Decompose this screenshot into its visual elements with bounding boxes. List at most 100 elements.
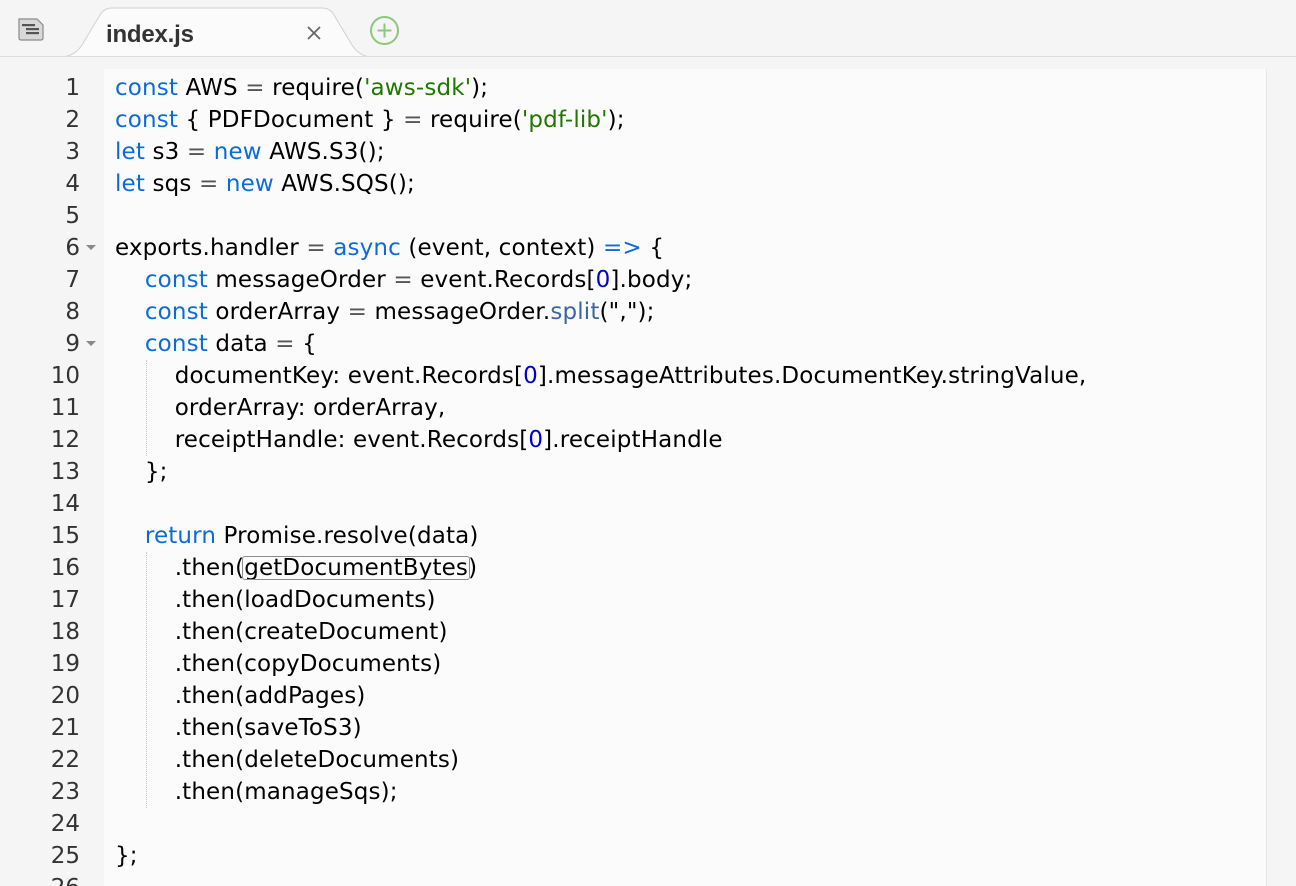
code-text[interactable]: .then(manageSqs); xyxy=(115,776,398,808)
code-line: 2 const { PDFDocument } = require('pdf-li… xyxy=(0,104,1296,136)
code-token: let xyxy=(115,139,146,165)
line-number: 24 xyxy=(50,811,80,837)
code-token: 0 xyxy=(595,267,611,293)
code-token: 'pdf-lib' xyxy=(521,107,608,133)
line-number: 26 xyxy=(0,872,80,886)
code-token: = xyxy=(275,331,295,357)
code-token: { PDFDocument } xyxy=(178,107,404,133)
code-text[interactable]: }; xyxy=(115,840,138,872)
code-token: ].body; xyxy=(610,267,693,293)
code-token: ].receiptHandle xyxy=(543,427,723,453)
code-token: sqs xyxy=(145,171,199,197)
line-number: 19 xyxy=(50,651,80,677)
code-token: = xyxy=(393,267,413,293)
fold-arrow-icon[interactable] xyxy=(86,245,96,250)
file-menu-icon[interactable] xyxy=(17,16,45,42)
code-text[interactable]: }; xyxy=(115,456,168,488)
code-line: 18 .then(createDocument) xyxy=(0,616,1296,648)
code-token: ); xyxy=(471,75,489,101)
code-token: event.Records[ xyxy=(412,267,596,293)
code-token: return xyxy=(144,523,217,549)
code-text[interactable]: let s3 = new AWS.S3(); xyxy=(115,136,385,168)
code-line: 3 let s3 = new AWS.S3(); xyxy=(0,136,1296,168)
line-number: 11 xyxy=(50,395,80,421)
line-number: 14 xyxy=(50,491,80,517)
code-line: 26 xyxy=(0,872,1296,886)
line-number: 5 xyxy=(65,203,80,229)
tab-title: index.js xyxy=(106,21,194,48)
code-token: messageOrder xyxy=(207,267,394,293)
code-line: 19 .then(copyDocuments) xyxy=(0,648,1296,680)
code-line: 20 .then(addPages) xyxy=(0,680,1296,712)
code-line: 25}; xyxy=(0,840,1296,872)
line-number: 2 xyxy=(65,107,80,133)
code-line: 17 .then(loadDocuments) xyxy=(0,584,1296,616)
code-text[interactable]: exports.handler = async (event, context)… xyxy=(115,232,664,264)
line-number: 21 xyxy=(50,715,80,741)
code-token: .then(createDocument) xyxy=(115,619,448,645)
code-text[interactable]: const { PDFDocument } = require('pdf-lib… xyxy=(115,104,625,136)
code-text[interactable]: .then(loadDocuments) xyxy=(115,584,436,616)
line-number: 7 xyxy=(65,267,80,293)
code-token: 0 xyxy=(523,363,538,389)
code-line: 22 .then(deleteDocuments) xyxy=(0,744,1296,776)
line-number: 23 xyxy=(50,779,80,805)
code-line: 14 xyxy=(0,488,1296,520)
code-token: orderArray: orderArray, xyxy=(115,395,446,421)
code-token: const xyxy=(144,331,208,357)
add-tab-icon[interactable] xyxy=(369,15,400,46)
code-token: (event, context) xyxy=(400,235,604,261)
code-line: 16 .then(getDocumentBytes) xyxy=(0,552,1296,584)
code-text[interactable]: const data = { xyxy=(115,328,317,360)
code-text[interactable]: .then(deleteDocuments) xyxy=(115,744,459,776)
code-token: let xyxy=(115,171,146,197)
code-text[interactable]: receiptHandle: event.Records[0].receiptH… xyxy=(115,424,723,456)
code-line: 10 documentKey: event.Records[0].message… xyxy=(0,360,1296,392)
code-text[interactable]: const messageOrder = event.Records[0].bo… xyxy=(115,264,692,296)
code-token: async xyxy=(333,235,401,261)
code-token: = xyxy=(186,139,207,165)
close-icon[interactable] xyxy=(303,22,325,44)
code-line: 21 .then(saveToS3) xyxy=(0,712,1296,744)
code-line: 1 const AWS = require('aws-sdk'); xyxy=(0,72,1296,104)
code-token: const xyxy=(144,267,208,293)
code-token: new xyxy=(213,139,262,165)
code-token: }; xyxy=(115,843,138,869)
code-token: AWS xyxy=(178,75,246,101)
code-text[interactable]: let sqs = new AWS.SQS(); xyxy=(115,168,415,200)
code-token: const xyxy=(115,75,179,101)
tab-bar: index.js xyxy=(0,0,1296,57)
line-number: 25 xyxy=(50,843,80,869)
code-token: s3 xyxy=(145,139,187,165)
code-token: const xyxy=(144,299,208,325)
code-token: ].messageAttributes.DocumentKey.stringVa… xyxy=(537,363,1087,389)
fold-arrow-icon[interactable] xyxy=(86,341,96,346)
code-editor[interactable]: 1 const AWS = require('aws-sdk'); 2 const {… xyxy=(0,57,1296,886)
code-token: }; xyxy=(115,459,168,485)
code-text[interactable]: .then(addPages) xyxy=(115,680,366,712)
line-number: 6 xyxy=(65,235,80,261)
code-text[interactable]: return Promise.resolve(data) xyxy=(115,520,479,552)
code-text[interactable]: const orderArray = messageOrder.split(",… xyxy=(115,296,655,328)
line-number: 1 xyxy=(65,75,80,101)
code-text[interactable]: .then(createDocument) xyxy=(115,616,448,648)
code-token: 0 xyxy=(528,427,544,453)
line-number: 8 xyxy=(65,299,80,325)
code-token: new xyxy=(225,171,274,197)
code-text[interactable]: documentKey: event.Records[0].messageAtt… xyxy=(115,360,1087,392)
code-token: AWS.S3(); xyxy=(261,139,385,165)
code-text[interactable]: .then(copyDocuments) xyxy=(115,648,442,680)
tab-index-js[interactable]: index.js xyxy=(60,7,372,57)
code-text[interactable]: const AWS = require('aws-sdk'); xyxy=(115,72,488,104)
code-token: (","); xyxy=(599,299,655,325)
code-line: 8 const orderArray = messageOrder.split(… xyxy=(0,296,1296,328)
code-text[interactable]: .then(saveToS3) xyxy=(115,712,362,744)
code-token: = xyxy=(403,107,423,133)
code-text[interactable]: orderArray: orderArray, xyxy=(115,392,446,424)
code-token: split xyxy=(550,299,600,325)
